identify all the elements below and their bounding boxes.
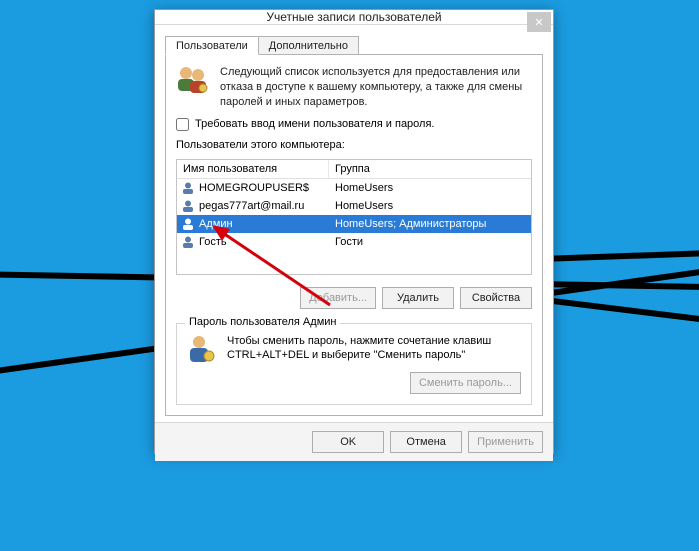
user-icon xyxy=(181,181,195,195)
tab-users[interactable]: Пользователи xyxy=(165,36,259,55)
titlebar: Учетные записи пользователей ✕ xyxy=(155,10,553,25)
intro-text: Следующий список используется для предос… xyxy=(220,65,532,110)
user-name: Гость xyxy=(199,236,227,248)
require-login-row[interactable]: Требовать ввод имени пользователя и паро… xyxy=(176,118,532,131)
user-group: Гости xyxy=(329,236,531,248)
users-list[interactable]: Имя пользователя Группа HOMEGROUPUSER$ Ho… xyxy=(176,159,532,275)
user-group: HomeUsers; Администраторы xyxy=(329,218,531,230)
col-header-group[interactable]: Группа xyxy=(329,160,531,178)
users-keys-icon xyxy=(176,65,210,95)
require-login-checkbox[interactable] xyxy=(176,118,189,131)
password-instructions: Чтобы сменить пароль, нажмите сочетание … xyxy=(227,334,521,364)
user-group: HomeUsers xyxy=(329,182,531,194)
tab-page-users: Следующий список используется для предос… xyxy=(165,54,543,416)
user-row[interactable]: Гость Гости xyxy=(177,233,531,251)
users-list-caption: Пользователи этого компьютера: xyxy=(176,139,532,151)
user-row[interactable]: Админ HomeUsers; Администраторы xyxy=(177,215,531,233)
user-icon xyxy=(181,199,195,213)
user-row[interactable]: HOMEGROUPUSER$ HomeUsers xyxy=(177,179,531,197)
user-name: Админ xyxy=(199,218,233,230)
remove-button[interactable]: Удалить xyxy=(382,287,454,309)
user-name: pegas777art@mail.ru xyxy=(199,200,304,212)
user-name: HOMEGROUPUSER$ xyxy=(199,182,309,194)
tab-strip: Пользователи Дополнительно xyxy=(165,33,543,55)
require-login-label: Требовать ввод имени пользователя и паро… xyxy=(195,118,434,130)
users-list-header: Имя пользователя Группа xyxy=(177,160,531,179)
user-row[interactable]: pegas777art@mail.ru HomeUsers xyxy=(177,197,531,215)
password-group-title: Пароль пользователя Админ xyxy=(185,316,340,328)
add-button[interactable]: Добавить... xyxy=(300,287,376,309)
window-title: Учетные записи пользователей xyxy=(266,10,441,24)
close-button[interactable]: ✕ xyxy=(527,12,551,32)
user-accounts-dialog: Учетные записи пользователей ✕ Пользоват… xyxy=(154,9,554,454)
user-key-icon xyxy=(187,334,217,364)
properties-button[interactable]: Свойства xyxy=(460,287,532,309)
list-buttons-row: Добавить... Удалить Свойства xyxy=(176,287,532,309)
col-header-username[interactable]: Имя пользователя xyxy=(177,160,329,178)
tab-advanced[interactable]: Дополнительно xyxy=(258,36,359,55)
cancel-button[interactable]: Отмена xyxy=(390,431,462,453)
ok-button[interactable]: OK xyxy=(312,431,384,453)
user-group: HomeUsers xyxy=(329,200,531,212)
password-groupbox: Пароль пользователя Админ Чтобы сменить … xyxy=(176,323,532,405)
user-icon xyxy=(181,235,195,249)
change-password-button[interactable]: Сменить пароль... xyxy=(410,372,521,394)
dialog-footer: OK Отмена Применить xyxy=(155,422,553,461)
apply-button[interactable]: Применить xyxy=(468,431,543,453)
intro-row: Следующий список используется для предос… xyxy=(176,65,532,110)
user-icon xyxy=(181,217,195,231)
